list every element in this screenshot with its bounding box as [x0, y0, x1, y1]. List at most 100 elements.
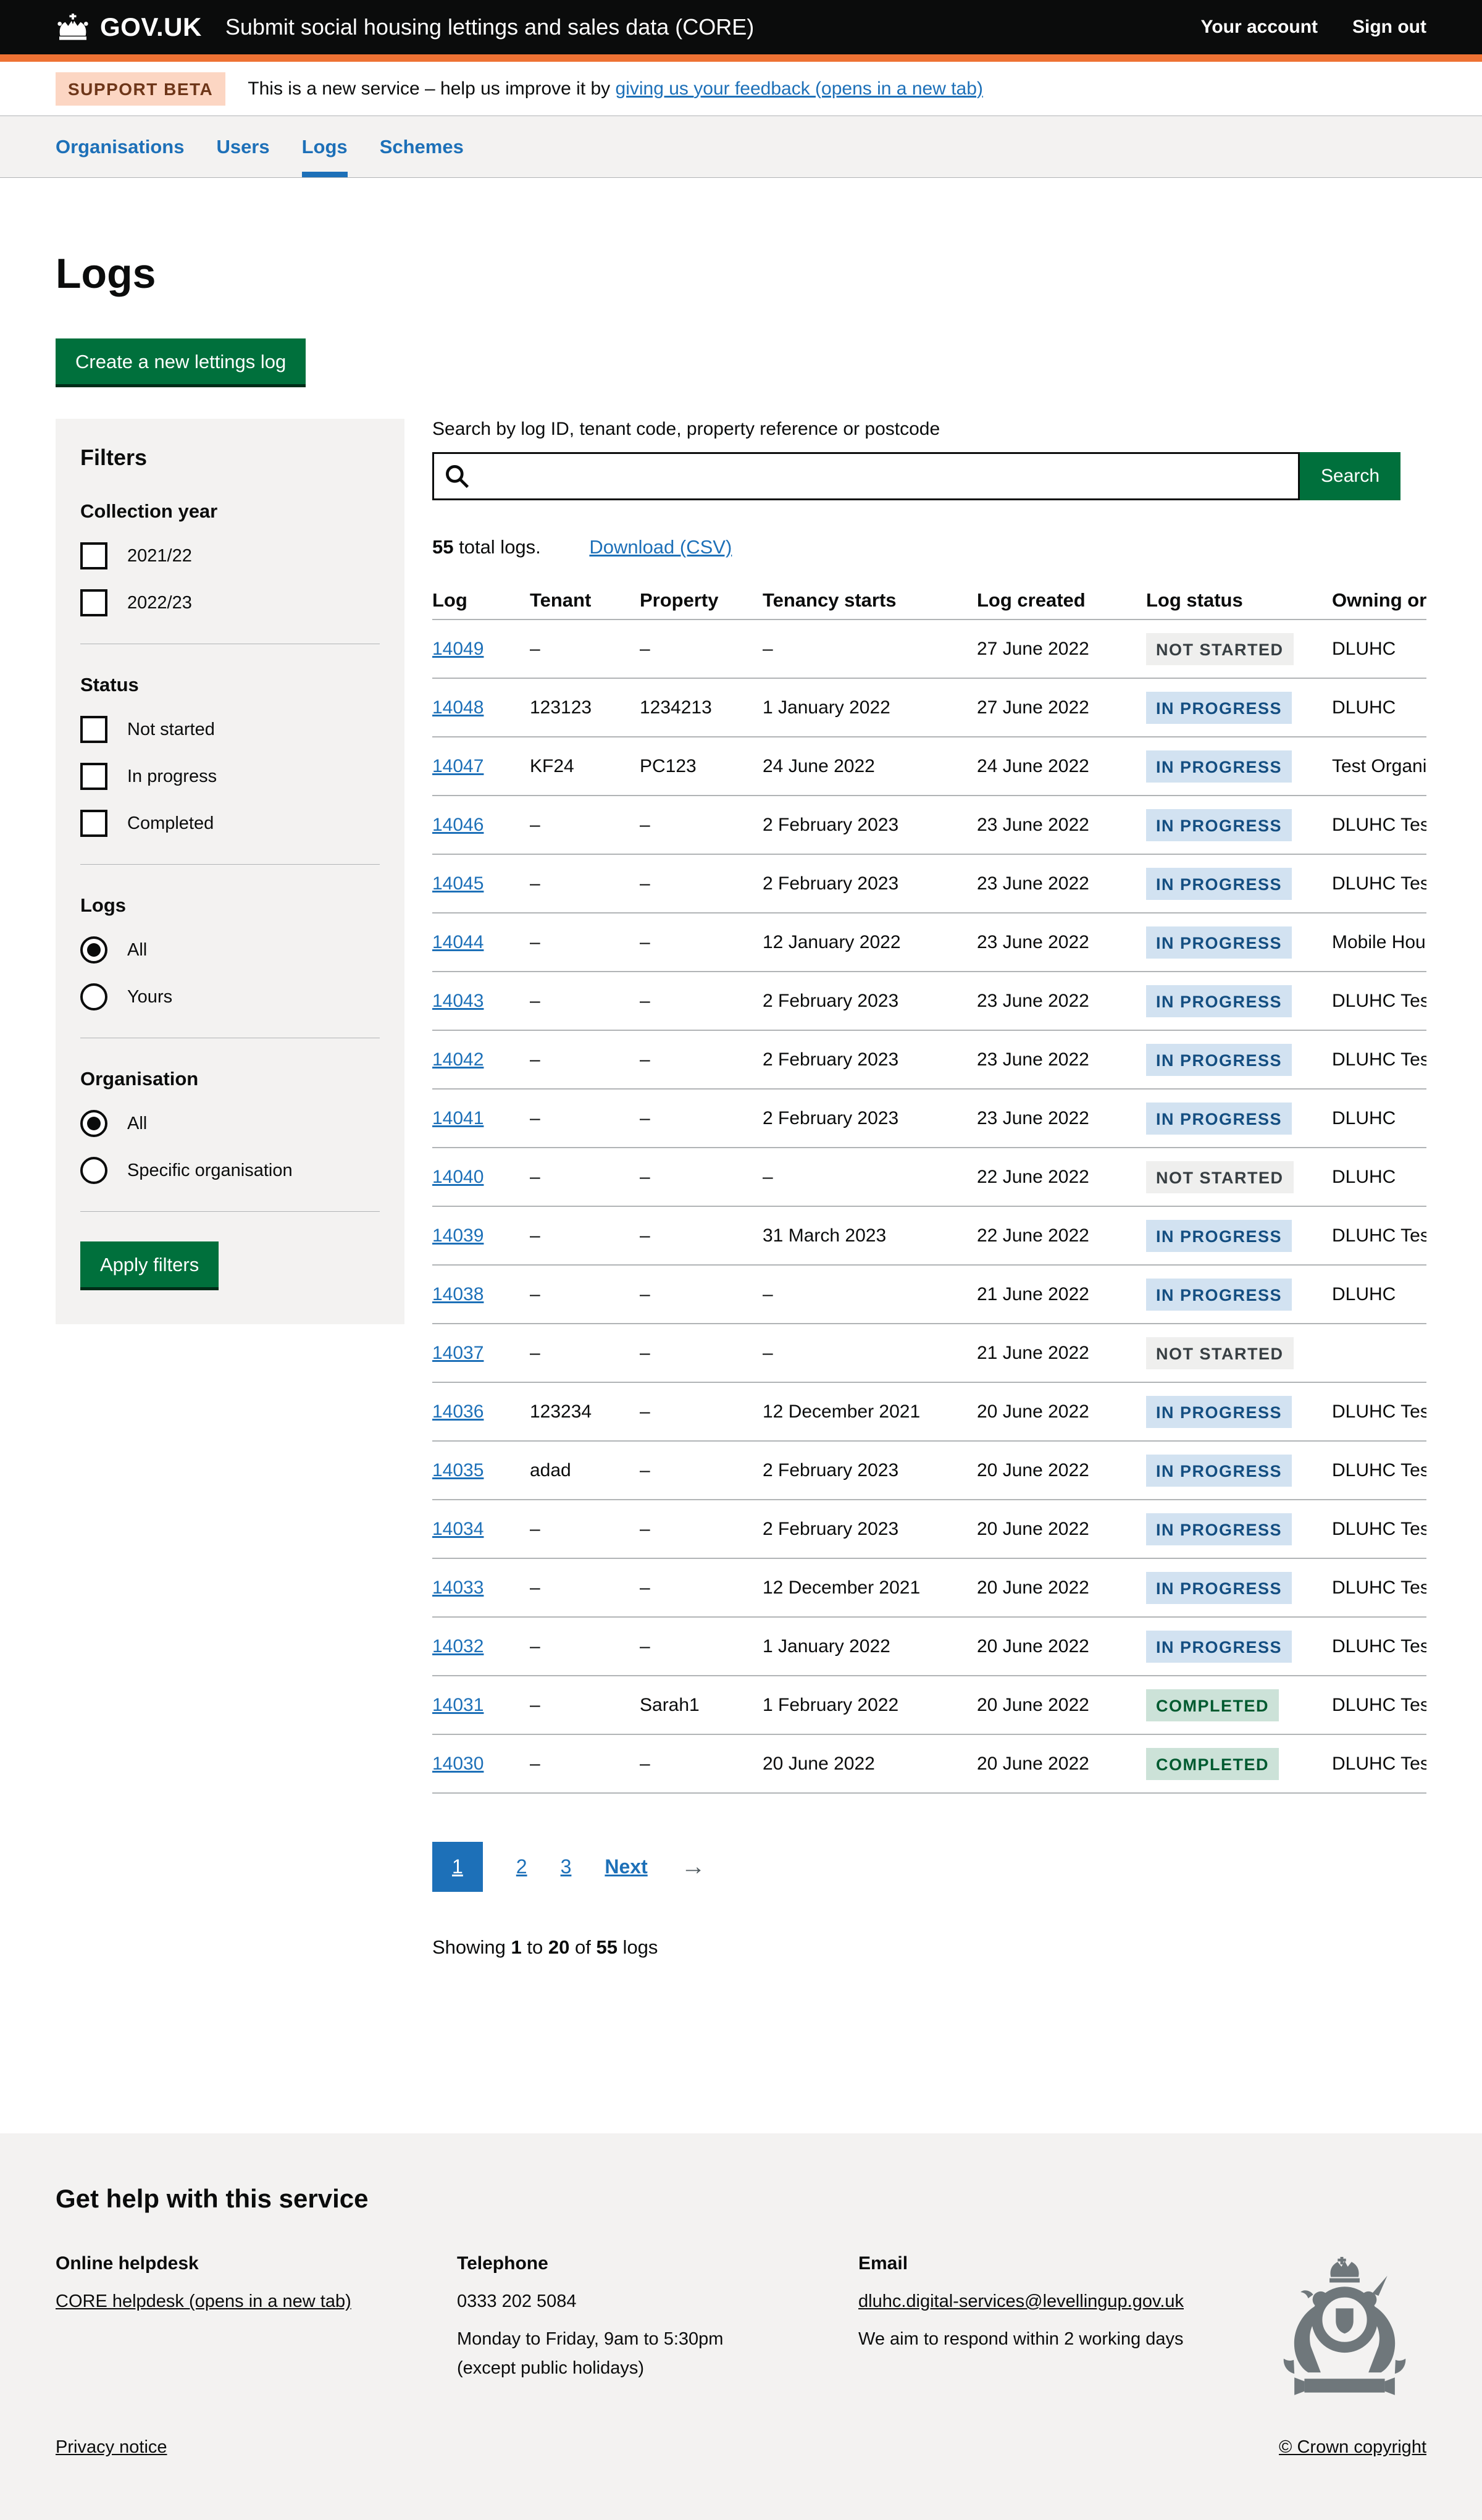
- cell-owning-organisation: DLUHC Tes: [1332, 1225, 1426, 1246]
- page-link-3[interactable]: 3: [561, 1855, 572, 1878]
- footer-helpdesk-column: Online helpdesk CORE helpdesk (opens in …: [56, 2253, 457, 2379]
- cell-log-created: 22 June 2022: [977, 1167, 1146, 1188]
- nav-item-schemes[interactable]: Schemes: [380, 116, 464, 177]
- page-link-1[interactable]: 1: [432, 1842, 483, 1892]
- showing-of: 55: [596, 1936, 617, 1958]
- table-row: 14039––31 March 202322 June 2022IN PROGR…: [432, 1207, 1426, 1266]
- cell-log-created: 20 June 2022: [977, 1754, 1146, 1774]
- log-id-link[interactable]: 14041: [432, 1108, 484, 1128]
- results-summary: 55 total logs. Download (CSV): [432, 536, 1426, 558]
- log-id-link[interactable]: 14035: [432, 1460, 484, 1480]
- govuk-header: GOV.UK Submit social housing lettings an…: [0, 0, 1482, 62]
- search-input[interactable]: [432, 452, 1300, 500]
- sign-out-link[interactable]: Sign out: [1352, 17, 1426, 38]
- search-button[interactable]: Search: [1300, 452, 1400, 500]
- cell-property: –: [640, 1049, 763, 1070]
- log-id-link[interactable]: 14045: [432, 873, 484, 894]
- cell-log-created: 27 June 2022: [977, 639, 1146, 660]
- organisation-filter-title: Organisation: [80, 1068, 380, 1090]
- cell-log-created: 23 June 2022: [977, 1108, 1146, 1129]
- cell-tenancy-starts: 1 February 2022: [763, 1695, 977, 1716]
- log-id-link[interactable]: 14036: [432, 1401, 484, 1422]
- cell-tenant: –: [530, 815, 640, 836]
- log-id-link[interactable]: 14048: [432, 697, 484, 718]
- log-id-link[interactable]: 14049: [432, 639, 484, 659]
- cell-property: Sarah1: [640, 1695, 763, 1716]
- checkbox-completed[interactable]: [80, 810, 107, 837]
- checkbox-label: 2022/23: [127, 593, 192, 613]
- status-badge: IN PROGRESS: [1146, 1631, 1292, 1663]
- arrow-right-icon: →: [681, 1853, 706, 1881]
- cell-log-created: 24 June 2022: [977, 756, 1146, 777]
- email-link[interactable]: dluhc.digital-services@levellingup.gov.u…: [858, 2291, 1260, 2312]
- log-id-link[interactable]: 14031: [432, 1695, 484, 1715]
- cell-owning-organisation: DLUHC Tes: [1332, 1754, 1426, 1774]
- log-id-link[interactable]: 14042: [432, 1049, 484, 1070]
- logs-table-body: 14049–––27 June 2022NOT STARTEDDLUHC1404…: [432, 620, 1426, 1794]
- radio-logs-all[interactable]: [80, 936, 107, 964]
- cell-log-created: 22 June 2022: [977, 1225, 1146, 1246]
- showing-prefix: Showing: [432, 1936, 511, 1958]
- status-badge: NOT STARTED: [1146, 633, 1294, 665]
- log-id-link[interactable]: 14030: [432, 1754, 484, 1774]
- log-id-link[interactable]: 14039: [432, 1225, 484, 1246]
- royal-coat-of-arms: [1263, 2257, 1426, 2408]
- cell-log-created: 20 June 2022: [977, 1401, 1146, 1422]
- showing-summary: Showing 1 to 20 of 55 logs: [432, 1936, 1426, 1959]
- crown-icon: [56, 14, 90, 41]
- checkbox-in-progress[interactable]: [80, 763, 107, 790]
- cell-log-created: 20 June 2022: [977, 1460, 1146, 1481]
- cell-tenancy-starts: 24 June 2022: [763, 756, 977, 777]
- log-id-link[interactable]: 14038: [432, 1284, 484, 1304]
- create-lettings-log-button[interactable]: Create a new lettings log: [56, 338, 306, 384]
- privacy-notice-link[interactable]: Privacy notice: [56, 2437, 167, 2458]
- cell-owning-organisation: DLUHC: [1332, 1108, 1426, 1129]
- your-account-link[interactable]: Your account: [1201, 17, 1318, 38]
- table-row: 14045––2 February 202323 June 2022IN PRO…: [432, 855, 1426, 914]
- telephone-number: 0333 202 5084: [457, 2291, 858, 2312]
- cell-tenant: –: [530, 639, 640, 660]
- checkbox-2021-22[interactable]: [80, 542, 107, 569]
- apply-filters-button[interactable]: Apply filters: [80, 1241, 219, 1287]
- next-page-link[interactable]: Next: [605, 1855, 647, 1878]
- showing-mid2: of: [569, 1936, 596, 1958]
- log-id-link[interactable]: 14037: [432, 1343, 484, 1363]
- log-id-link[interactable]: 14047: [432, 756, 484, 776]
- radio-label: All: [127, 940, 147, 960]
- download-csv-link[interactable]: Download (CSV): [589, 536, 732, 558]
- crown-copyright-link[interactable]: © Crown copyright: [1279, 2437, 1426, 2458]
- cell-tenant: –: [530, 932, 640, 953]
- cell-property: –: [640, 1108, 763, 1129]
- logs-table: Log Tenant Property Tenancy starts Log c…: [432, 582, 1426, 1794]
- govuk-logo-text: GOV.UK: [100, 12, 202, 42]
- log-id-link[interactable]: 14043: [432, 991, 484, 1011]
- service-name: Submit social housing lettings and sales…: [225, 14, 754, 40]
- search-label: Search by log ID, tenant code, property …: [432, 419, 940, 439]
- log-id-link[interactable]: 14033: [432, 1577, 484, 1598]
- page-link-2[interactable]: 2: [516, 1855, 527, 1878]
- footer-title: Get help with this service: [56, 2184, 1426, 2214]
- radio-org-all[interactable]: [80, 1110, 107, 1137]
- log-id-link[interactable]: 14032: [432, 1636, 484, 1657]
- cell-property: –: [640, 815, 763, 836]
- cell-owning-organisation: DLUHC Tes: [1332, 815, 1426, 836]
- cell-property: –: [640, 1284, 763, 1305]
- nav-item-organisations[interactable]: Organisations: [56, 116, 184, 177]
- cell-tenancy-starts: 2 February 2023: [763, 873, 977, 894]
- core-helpdesk-link[interactable]: CORE helpdesk (opens in a new tab): [56, 2291, 457, 2312]
- log-id-link[interactable]: 14046: [432, 815, 484, 835]
- nav-item-users[interactable]: Users: [216, 116, 269, 177]
- cell-owning-organisation: DLUHC Tes: [1332, 1695, 1426, 1716]
- status-badge: IN PROGRESS: [1146, 1220, 1292, 1252]
- checkbox-2022-23[interactable]: [80, 589, 107, 616]
- radio-logs-yours[interactable]: [80, 983, 107, 1010]
- checkbox-not-started[interactable]: [80, 716, 107, 743]
- log-id-link[interactable]: 14034: [432, 1519, 484, 1539]
- log-id-link[interactable]: 14044: [432, 932, 484, 952]
- log-id-link[interactable]: 14040: [432, 1167, 484, 1187]
- cell-tenant: 123123: [530, 697, 640, 718]
- radio-org-specific[interactable]: [80, 1157, 107, 1184]
- feedback-link[interactable]: giving us your feedback (opens in a new …: [616, 78, 983, 99]
- nav-item-logs[interactable]: Logs: [302, 116, 348, 177]
- cell-tenancy-starts: –: [763, 1343, 977, 1364]
